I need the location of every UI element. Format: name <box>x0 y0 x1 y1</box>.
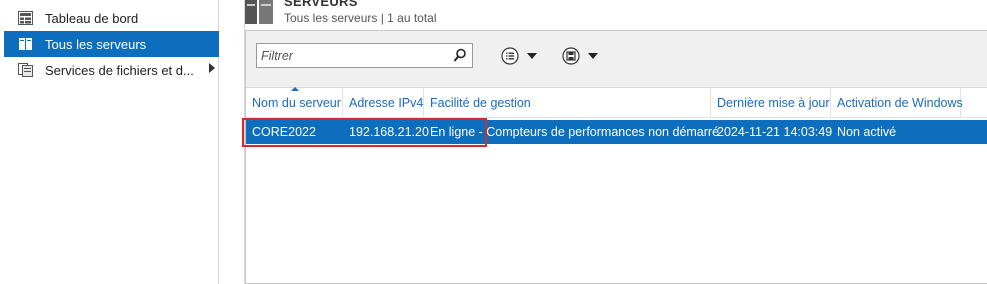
sidebar-item-dashboard[interactable]: Tableau de bord <box>4 5 219 31</box>
cell-manageability: En ligne - Compteurs de performances non… <box>430 125 720 139</box>
filter-box <box>256 43 473 68</box>
table-row[interactable]: CORE2022 192.168.21.20 En ligne - Compte… <box>246 120 987 144</box>
save-query-button[interactable] <box>562 47 598 65</box>
sidebar-item-label: Services de fichiers et d... <box>45 62 194 78</box>
column-header-ipv4[interactable]: Adresse IPv4 <box>343 88 424 118</box>
sidebar-item-all-servers[interactable]: Tous les serveurs <box>4 31 219 57</box>
list-options-icon <box>501 47 519 65</box>
toolbar <box>246 31 987 88</box>
column-header-last-update[interactable]: Dernière mise à jour <box>711 88 831 118</box>
cell-server-name: CORE2022 <box>252 125 316 139</box>
servers-panel: Nom du serveur Adresse IPv4 Facilité de … <box>245 30 987 284</box>
cell-last-update: 2024-11-21 14:03:49 <box>717 125 833 139</box>
dashboard-icon <box>18 11 33 25</box>
cell-activation: Non activé <box>837 125 897 139</box>
column-label: Facilité de gestion <box>430 96 531 110</box>
column-label: Activation de Windows <box>837 96 963 110</box>
servers-header-icon <box>245 0 273 24</box>
sidebar-item-file-services[interactable]: Services de fichiers et d... <box>4 57 219 83</box>
column-label: Dernière mise à jour <box>717 96 830 110</box>
column-header-row: Nom du serveur Adresse IPv4 Facilité de … <box>246 87 987 118</box>
sidebar-item-label: Tous les serveurs <box>45 36 147 52</box>
pane-splitter <box>219 0 245 284</box>
page-title: SERVEURS <box>284 0 358 9</box>
list-options-button[interactable] <box>501 47 537 65</box>
search-icon[interactable] <box>453 48 467 63</box>
chevron-down-icon <box>588 53 598 59</box>
save-query-icon <box>562 47 580 65</box>
column-header-manageability[interactable]: Facilité de gestion <box>424 88 711 118</box>
column-header-server-name[interactable]: Nom du serveur <box>246 87 343 118</box>
chevron-down-icon <box>527 53 537 59</box>
column-header-activation[interactable]: Activation de Windows <box>831 88 963 118</box>
sidebar: Tableau de bord Tous les serveurs Servic… <box>0 0 219 284</box>
sort-ascending-icon <box>291 87 299 91</box>
expand-arrow-icon[interactable] <box>209 63 215 73</box>
column-label: Adresse IPv4 <box>349 96 424 110</box>
file-services-icon <box>18 63 33 77</box>
servers-icon <box>19 38 32 50</box>
cell-ipv4: 192.168.21.20 <box>349 125 429 139</box>
sidebar-item-label: Tableau de bord <box>45 10 139 26</box>
filter-input[interactable] <box>257 44 447 67</box>
column-label: Nom du serveur <box>252 96 341 110</box>
page-subtitle: Tous les serveurs | 1 au total <box>284 11 437 25</box>
